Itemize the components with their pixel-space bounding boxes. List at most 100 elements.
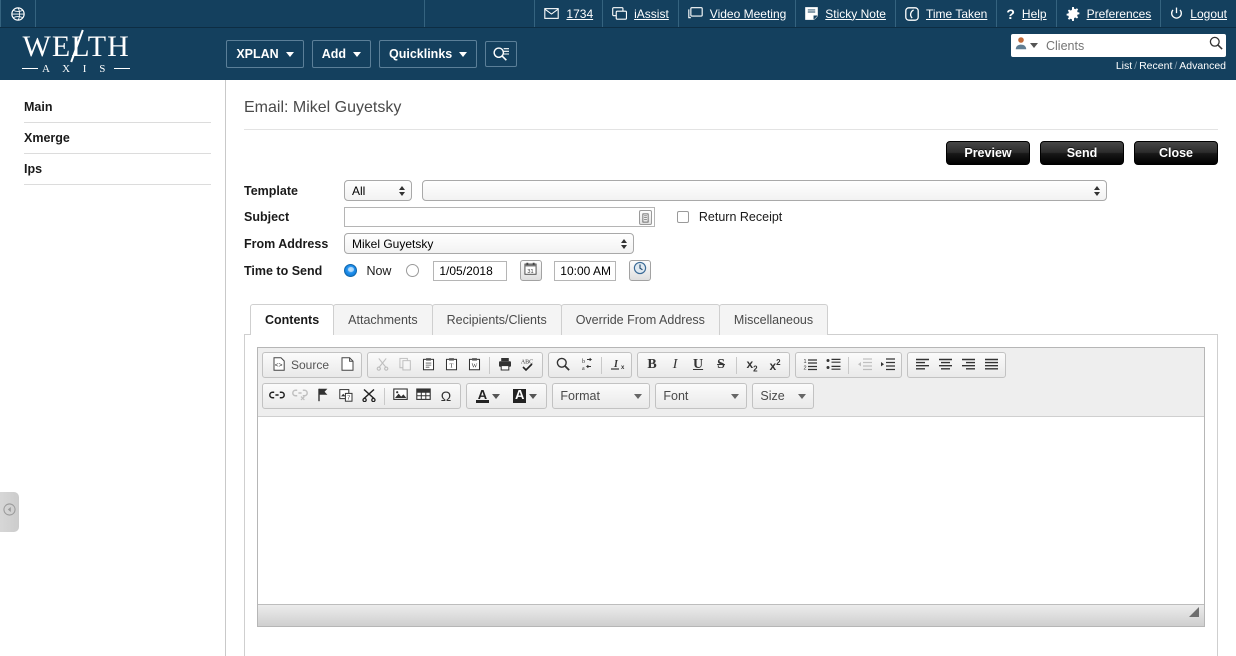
search-icon[interactable] [1209, 36, 1223, 55]
format-dropdown[interactable]: Format [552, 383, 651, 409]
bulleted-list-button[interactable] [822, 355, 844, 375]
search-recent-link[interactable]: Recent [1139, 60, 1172, 72]
brand-line1-a: WE [22, 29, 72, 63]
help-link[interactable]: Help [1022, 7, 1047, 21]
close-button[interactable]: Close [1134, 141, 1218, 165]
calendar-picker-button[interactable]: 31 [519, 260, 542, 281]
time-picker-button[interactable] [628, 260, 651, 281]
send-now-radio[interactable] [344, 264, 357, 277]
spellcheck-button[interactable]: ABC [517, 355, 539, 375]
from-address-select[interactable]: Mikel Guyetsky [344, 233, 634, 254]
table-button[interactable] [412, 386, 434, 406]
nav-add-button[interactable]: Add [311, 40, 371, 68]
send-later-radio[interactable] [405, 264, 419, 277]
search-advanced-link[interactable]: Advanced [1179, 60, 1226, 72]
image-placeholder-button[interactable]: 7 [335, 386, 357, 406]
tab-contents[interactable]: Contents [250, 304, 335, 335]
cut-button[interactable] [371, 355, 393, 375]
italic-button[interactable]: I [664, 355, 686, 375]
logout-item[interactable]: Logout [1161, 0, 1236, 27]
mail-count-link[interactable]: 1734 [566, 7, 593, 21]
sidebar-collapse-button[interactable] [0, 492, 19, 532]
justify-button[interactable] [980, 355, 1002, 375]
font-dropdown[interactable]: Font [655, 383, 748, 409]
print-icon [498, 357, 512, 374]
image-button[interactable] [389, 386, 411, 406]
source-button[interactable]: <> Source [266, 355, 335, 375]
brand-logo[interactable]: WELTH A X I S [22, 29, 131, 76]
send-button[interactable]: Send [1040, 141, 1124, 165]
tab-override-from-address[interactable]: Override From Address [560, 304, 720, 335]
print-button[interactable] [494, 355, 516, 375]
sticky-note-link[interactable]: Sticky Note [825, 7, 886, 21]
return-receipt-checkbox[interactable] [677, 210, 690, 223]
paste-button[interactable] [417, 355, 439, 375]
iassist-link[interactable]: iAssist [634, 7, 669, 21]
bold-button[interactable]: B [641, 355, 663, 375]
video-meeting-item[interactable]: Video Meeting [679, 0, 797, 27]
preferences-item[interactable]: Preferences [1057, 0, 1162, 27]
anchor-button[interactable] [312, 386, 334, 406]
template-scope-select[interactable]: All [344, 180, 412, 201]
align-left-button[interactable] [911, 355, 933, 375]
paste-from-word-button[interactable]: W [463, 355, 485, 375]
editor-content-area[interactable] [258, 416, 1204, 604]
indent-button[interactable] [876, 355, 898, 375]
paste-as-text-button[interactable]: T [440, 355, 462, 375]
subject-merge-button[interactable] [639, 210, 652, 225]
find-button[interactable] [552, 355, 574, 375]
time-taken-item[interactable]: Time Taken [896, 0, 998, 27]
nav-quicklinks-button[interactable]: Quicklinks [379, 40, 478, 68]
numbered-list-button[interactable]: 12 [799, 355, 821, 375]
send-date-input[interactable] [433, 260, 508, 281]
align-center-button[interactable] [934, 355, 956, 375]
preview-button[interactable]: Preview [946, 141, 1030, 165]
preferences-link[interactable]: Preferences [1087, 7, 1152, 21]
template-select[interactable] [422, 180, 1108, 201]
help-item[interactable]: ? Help [997, 0, 1057, 27]
search-list-link[interactable]: List [1116, 60, 1132, 72]
underline-button[interactable]: U [687, 355, 709, 375]
special-char-button[interactable]: Ω [435, 386, 457, 406]
search-scope[interactable] [1015, 36, 1038, 55]
outdent-button[interactable] [853, 355, 875, 375]
subject-input[interactable] [344, 207, 655, 227]
sticky-note-item[interactable]: Sticky Note [796, 0, 896, 27]
text-color-button[interactable]: A [470, 386, 506, 406]
unlink-button[interactable] [289, 386, 311, 406]
sidebar-item-main[interactable]: Main [24, 92, 211, 123]
size-dropdown[interactable]: Size [752, 383, 815, 409]
scissors-button[interactable] [358, 386, 380, 406]
calendar-icon: 31 [524, 262, 537, 280]
remove-format-button[interactable]: Ix [606, 355, 628, 375]
sidebar-item-ips[interactable]: Ips [24, 154, 211, 185]
nav-search-list-button[interactable] [485, 41, 518, 67]
search-box[interactable] [1011, 34, 1226, 57]
iassist-item[interactable]: iAssist [603, 0, 679, 27]
tab-recipients-clients[interactable]: Recipients/Clients [431, 304, 562, 335]
font-label: Font [663, 389, 689, 403]
copy-button[interactable] [394, 355, 416, 375]
globe-button[interactable] [0, 0, 36, 27]
mail-count-item[interactable]: 1734 [535, 0, 604, 27]
tab-attachments[interactable]: Attachments [333, 304, 433, 335]
link-button[interactable] [266, 386, 288, 406]
editor-resize-handle[interactable] [1188, 605, 1200, 623]
sidebar-item-xmerge[interactable]: Xmerge [24, 123, 211, 154]
time-taken-link[interactable]: Time Taken [926, 7, 987, 21]
subscript-button[interactable]: x2 [741, 355, 763, 375]
superscript-button[interactable]: x2 [764, 355, 786, 375]
search-input[interactable] [1044, 37, 1209, 54]
send-time-input[interactable] [554, 260, 617, 281]
background-color-button[interactable]: A [507, 386, 543, 406]
return-receipt-group[interactable]: Return Receipt [677, 208, 782, 225]
video-meeting-link[interactable]: Video Meeting [710, 7, 787, 21]
nav-xplan-button[interactable]: XPLAN [226, 40, 304, 68]
align-right-button[interactable] [957, 355, 979, 375]
new-page-button[interactable] [336, 355, 358, 375]
replace-button[interactable]: ba [575, 355, 597, 375]
toolbar-divider [848, 356, 850, 374]
tab-miscellaneous[interactable]: Miscellaneous [718, 304, 829, 335]
strikethrough-button[interactable]: S [710, 355, 732, 375]
logout-link[interactable]: Logout [1190, 7, 1227, 21]
